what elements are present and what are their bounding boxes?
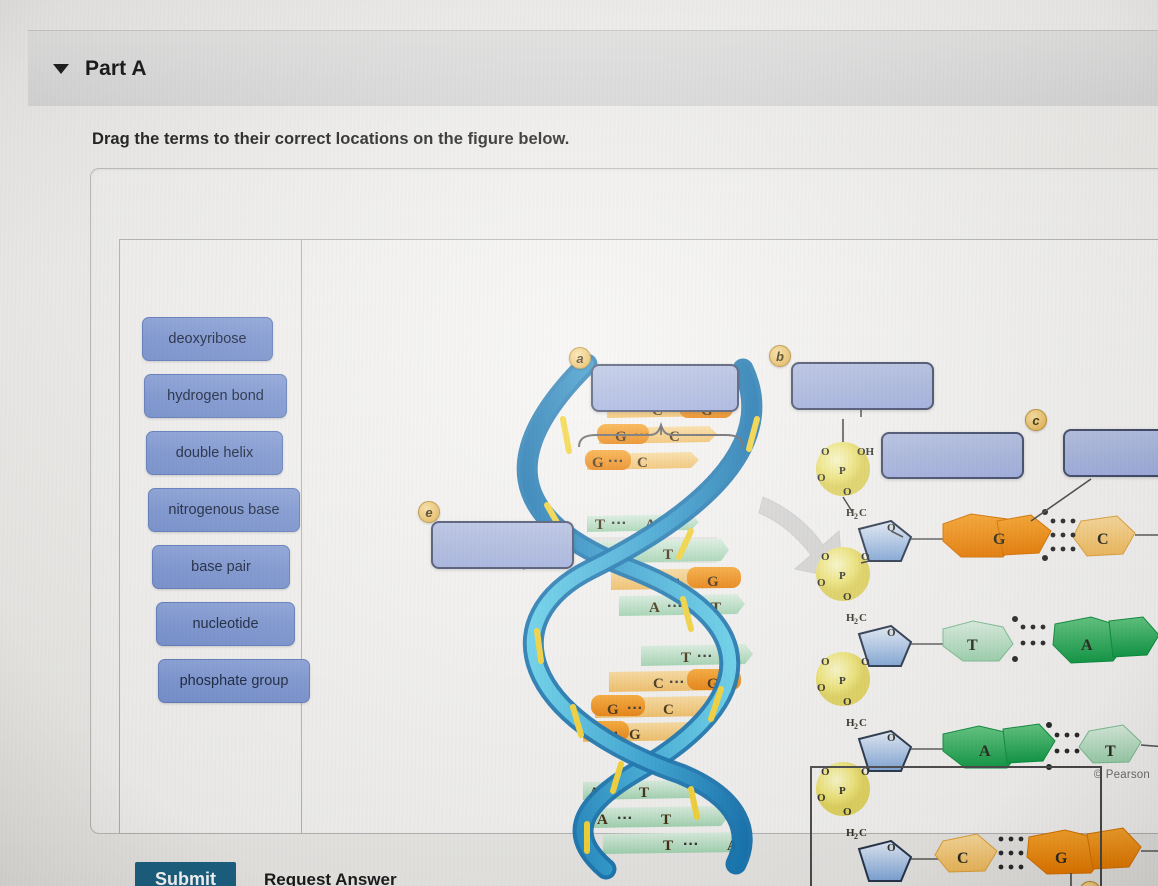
svg-text:T: T bbox=[639, 785, 649, 801]
svg-text:C: C bbox=[653, 676, 664, 692]
svg-text:O: O bbox=[887, 732, 896, 744]
svg-text:C: C bbox=[957, 850, 969, 867]
drop-target-e[interactable] bbox=[431, 521, 574, 569]
svg-text:O: O bbox=[887, 842, 896, 854]
submit-button[interactable]: Submit bbox=[135, 862, 236, 886]
svg-text:O: O bbox=[843, 696, 852, 708]
screenshot-root: Part A Drag the terms to their correct l… bbox=[0, 0, 1158, 886]
svg-text:G: G bbox=[615, 429, 627, 445]
svg-text:G: G bbox=[993, 531, 1006, 548]
svg-text:T: T bbox=[663, 547, 673, 563]
svg-text:2: 2 bbox=[854, 512, 858, 521]
figure-tag-c: c bbox=[1025, 409, 1047, 431]
figure-tag-b: b bbox=[769, 345, 791, 367]
term-bank: deoxyribose hydrogen bond double helix n… bbox=[136, 317, 311, 703]
term-label: deoxyribose bbox=[168, 331, 247, 347]
svg-text:···: ··· bbox=[683, 836, 699, 853]
svg-text:C: C bbox=[859, 717, 867, 729]
svg-text:P: P bbox=[839, 465, 846, 477]
drop-target-d[interactable] bbox=[1063, 429, 1158, 477]
svg-text:T: T bbox=[681, 650, 691, 666]
double-helix-graphic: C G ··· C G ··· G C ··· bbox=[516, 353, 763, 880]
svg-text:A: A bbox=[979, 743, 991, 760]
svg-text:G: G bbox=[629, 727, 641, 743]
term-tile-hydrogen-bond[interactable]: hydrogen bond bbox=[144, 374, 287, 418]
svg-text:O: O bbox=[817, 472, 826, 484]
svg-text:P: P bbox=[839, 570, 846, 582]
svg-text:2: 2 bbox=[854, 722, 858, 731]
term-tile-double-helix[interactable]: double helix bbox=[146, 431, 283, 475]
svg-text:2: 2 bbox=[854, 617, 858, 626]
svg-text:A: A bbox=[1081, 637, 1093, 654]
term-label: phosphate group bbox=[179, 673, 289, 689]
term-tile-deoxyribose[interactable]: deoxyribose bbox=[142, 317, 273, 361]
term-tile-base-pair[interactable]: base pair bbox=[152, 545, 290, 589]
svg-text:C: C bbox=[637, 455, 648, 471]
svg-text:A: A bbox=[649, 600, 660, 616]
svg-text:C: C bbox=[663, 702, 674, 718]
term-label: hydrogen bond bbox=[167, 388, 264, 404]
drop-target-b[interactable] bbox=[791, 362, 934, 410]
svg-text:OH: OH bbox=[857, 446, 875, 458]
svg-text:C: C bbox=[859, 612, 867, 624]
figure-tag-e: e bbox=[418, 501, 440, 523]
term-label: nucleotide bbox=[192, 616, 259, 632]
dna-figure: C G ··· C G ··· G C ··· bbox=[391, 269, 1158, 886]
svg-text:G: G bbox=[592, 455, 604, 471]
svg-text:···: ··· bbox=[697, 648, 713, 665]
activity-panel: deoxyribose hydrogen bond double helix n… bbox=[90, 168, 1158, 886]
drop-target-c[interactable] bbox=[881, 432, 1024, 479]
molecule-base-pair-row: G C bbox=[942, 509, 1158, 561]
svg-text:O: O bbox=[821, 551, 830, 563]
svg-text:G: G bbox=[607, 702, 619, 718]
svg-text:O: O bbox=[843, 486, 852, 498]
svg-text:O: O bbox=[821, 446, 830, 458]
molecule-base-pair-row: T A bbox=[942, 616, 1158, 664]
svg-text:O: O bbox=[817, 792, 826, 804]
svg-text:O: O bbox=[817, 577, 826, 589]
svg-text:2: 2 bbox=[854, 832, 858, 841]
triangle-down-icon[interactable] bbox=[53, 63, 69, 74]
svg-text:T: T bbox=[595, 517, 605, 533]
svg-text:O: O bbox=[817, 682, 826, 694]
term-tile-nitrogenous-base[interactable]: nitrogenous base bbox=[148, 488, 300, 532]
page-title: Part A bbox=[85, 56, 147, 80]
svg-text:C: C bbox=[1097, 531, 1109, 548]
svg-text:···: ··· bbox=[608, 453, 624, 470]
svg-text:T: T bbox=[967, 637, 978, 654]
term-label: nitrogenous base bbox=[168, 502, 280, 518]
molecule-base-pair-row: A T bbox=[942, 722, 1158, 770]
svg-text:C: C bbox=[859, 827, 867, 839]
svg-text:···: ··· bbox=[617, 810, 633, 827]
svg-text:···: ··· bbox=[627, 700, 643, 717]
drop-target-a[interactable] bbox=[591, 364, 739, 412]
part-header: Part A bbox=[28, 30, 1158, 106]
svg-text:T: T bbox=[661, 812, 671, 828]
term-tile-phosphate-group[interactable]: phosphate group bbox=[158, 659, 310, 703]
request-answer-link[interactable]: Request Answer bbox=[264, 870, 397, 886]
svg-text:C: C bbox=[669, 429, 680, 445]
term-tile-nucleotide[interactable]: nucleotide bbox=[156, 602, 295, 646]
svg-text:O: O bbox=[843, 806, 852, 818]
answer-controls: Submit Request Answer bbox=[135, 862, 397, 886]
svg-text:O: O bbox=[843, 591, 852, 603]
molecule-base-pair-row: C G bbox=[934, 827, 1158, 875]
svg-text:C: C bbox=[859, 507, 867, 519]
svg-text:P: P bbox=[839, 675, 846, 687]
svg-text:O: O bbox=[861, 656, 870, 668]
svg-text:···: ··· bbox=[611, 515, 627, 532]
figure-tag-a: a bbox=[569, 347, 591, 369]
instruction-text: Drag the terms to their correct location… bbox=[92, 130, 570, 148]
svg-text:G: G bbox=[1055, 850, 1068, 867]
svg-text:O: O bbox=[887, 627, 896, 639]
svg-text:···: ··· bbox=[669, 674, 685, 691]
svg-text:P: P bbox=[839, 785, 846, 797]
svg-text:T: T bbox=[663, 838, 673, 854]
svg-text:G: G bbox=[707, 574, 719, 590]
molecular-structure-graphic: P O OH O O H2C O P O O O O H 2 C O P O O… bbox=[810, 419, 1158, 886]
term-label: base pair bbox=[191, 559, 251, 575]
svg-text:T: T bbox=[1105, 743, 1116, 760]
term-label: double helix bbox=[175, 445, 254, 461]
svg-text:O: O bbox=[821, 656, 830, 668]
